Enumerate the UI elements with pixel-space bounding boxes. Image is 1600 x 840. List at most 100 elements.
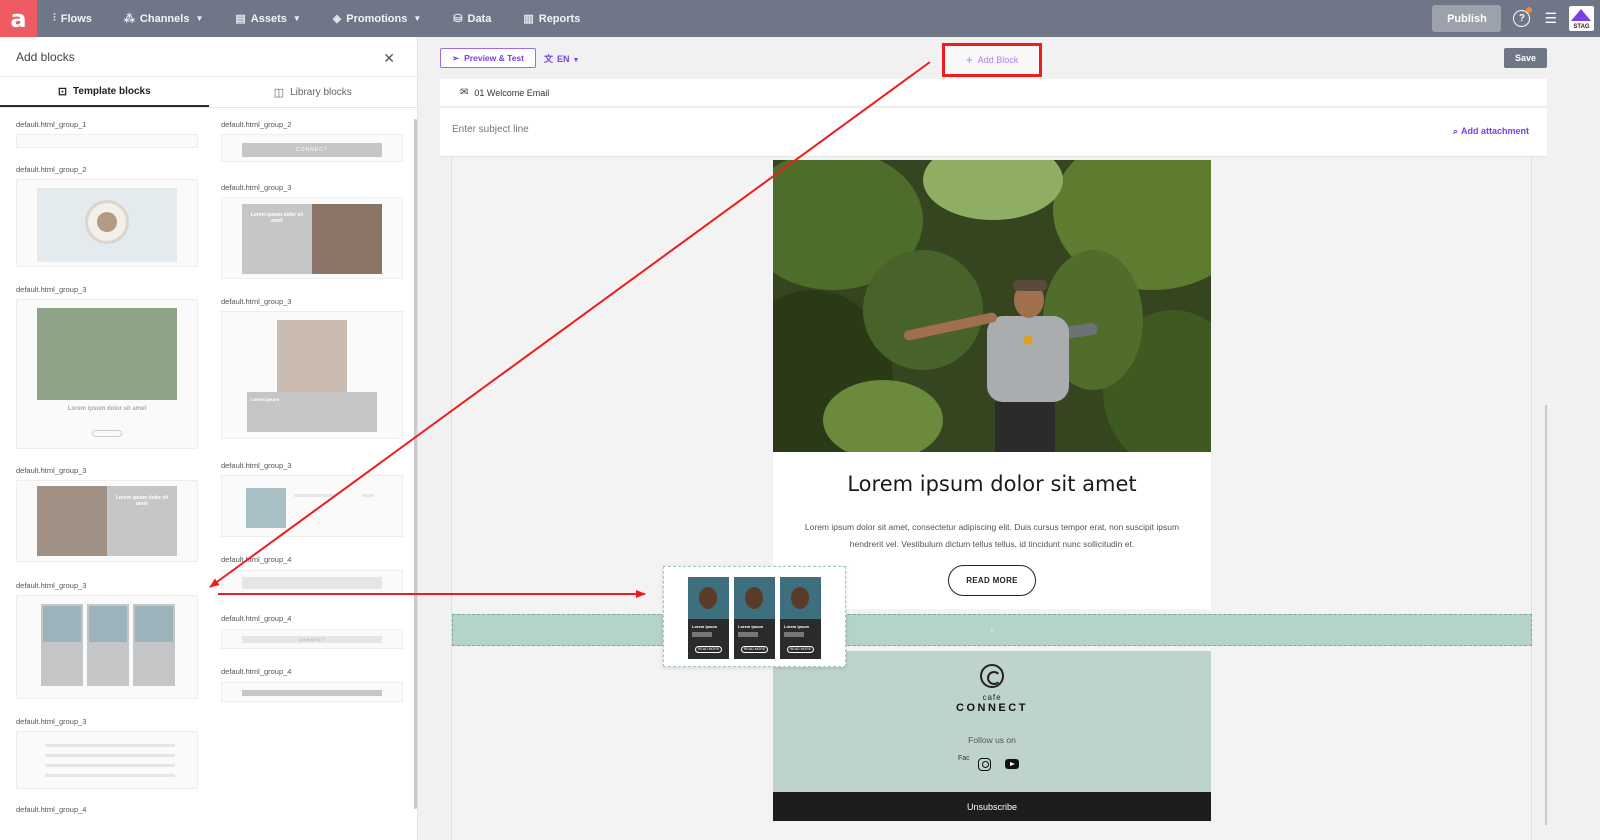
preview-label: Preview & Test [464,53,524,63]
social-links: Fac [958,754,1019,774]
follow-us-text: Follow us on [968,735,1016,745]
block-thumbnail[interactable]: CONNECT [221,629,403,649]
card-button: READ MORE [695,646,722,653]
nav-assets-label: Assets [250,12,287,25]
panel-header: Add blocks [0,37,417,77]
panel-tabs: ⊡ Template blocks ◫ Library blocks [0,77,417,108]
product-card: Lorem ipsum READ MORE [688,577,729,659]
block-thumbnail[interactable] [16,179,198,267]
canvas-scrollbar[interactable] [1545,405,1547,825]
unsubscribe-bar [242,690,382,696]
nav-reports[interactable]: ▥ Reports [523,12,580,26]
notification-dot [1526,7,1533,13]
block-thumbnail[interactable]: Lorem ipsum [221,311,403,439]
block-label: default.html_group_4 [221,614,292,623]
facebook-icon[interactable]: Fac [958,754,972,774]
email-name-bar: ✉ 01 Welcome Email [440,79,1547,107]
block-thumbnail[interactable] [221,682,403,702]
drop-zone[interactable]: + [452,614,1532,646]
reports-icon: ▥ [523,13,534,25]
translate-icon: 文 [544,54,554,64]
save-button[interactable]: Save [1504,48,1547,68]
nav-data[interactable]: ⛁ Data [453,12,491,26]
block-thumbnail[interactable] [221,570,403,594]
card-title: Lorem ipsum [692,624,718,629]
chevron-down-icon: ▼ [195,14,204,23]
line [45,754,175,757]
block-thumbnail[interactable] [221,475,403,537]
environment-badge[interactable]: STAG [1569,6,1594,31]
add-attachment-link[interactable]: ⌕ Add attachment [1453,126,1529,137]
flows-icon: ⫶ [53,12,56,24]
block-thumbnail[interactable]: Lorem ipsum dolor sit amet [221,197,403,279]
mountain-icon [1571,9,1591,21]
read-more-button[interactable]: READ MORE [948,565,1036,596]
database-icon: ⛁ [453,13,463,25]
block-thumbnail[interactable] [16,595,198,699]
email-footer[interactable]: cafe CONNECT Follow us on Fac [773,651,1211,792]
brand-name: CONNECT [956,702,1028,714]
block-label: default.html_group_3 [221,183,292,192]
youtube-icon[interactable] [1005,759,1019,769]
block-label: default.html_group_3 [221,297,292,306]
chevron-down-icon: ▼ [292,14,301,23]
coffee-image [277,320,347,392]
top-navigation-bar: a ⫶ Flows ⁂ Channels ▼ ▤ Assets ▼ ◈ Promotions… [0,0,1600,37]
block-label: default.html_group_4 [16,805,87,814]
card-image [43,606,81,642]
thumb-title: Lorem ipsum [251,397,280,402]
language-value: EN [557,54,570,64]
instagram-icon[interactable] [978,757,991,771]
help-icon[interactable]: ? [1513,7,1533,27]
card-text [784,632,804,637]
settings-sliders-icon[interactable]: ☰ [1544,10,1557,27]
nav-assets[interactable]: ▤ Assets ▼ [235,12,301,26]
preview-test-button[interactable]: ➢ Preview & Test [440,48,536,68]
tab-template-label: Template blocks [73,85,151,97]
template-icon: ⊡ [57,85,68,98]
block-label: default.html_group_2 [221,120,292,129]
coffee-bag-image [688,577,729,619]
close-icon[interactable]: ✕ [383,50,395,67]
assets-icon: ▤ [235,13,246,25]
block-label: default.html_group_3 [16,581,87,590]
help-glyph: ? [1518,13,1525,24]
thumb-headline: Lorem ipsum dolor sit amet [115,495,169,507]
tab-library-blocks[interactable]: ◫ Library blocks [209,77,418,107]
block-label: default.html_group_3 [16,717,87,726]
connect-banner: CONNECT [242,143,382,157]
hero-image[interactable] [773,160,1211,452]
beans-image [312,204,382,274]
block-thumbnail[interactable] [16,731,198,789]
block-label: default.html_group_1 [16,120,87,129]
paperclip-icon: ⌕ [1452,126,1458,136]
card-text [738,632,758,637]
brand-small: cafe [982,693,1002,702]
block-thumbnail[interactable]: Lorem ipsum dolor sit amet [16,480,198,562]
environment-label: STAG [1573,24,1590,30]
card-button: READ MORE [741,646,768,653]
tab-library-label: Library blocks [290,86,352,98]
block-thumbnail[interactable]: Lorem ipsum dolor sit amet [16,299,198,449]
add-block-button[interactable]: + Add Block [942,43,1042,77]
subject-bar: ⌕Add attachment [440,108,1547,157]
block-thumbnail[interactable]: CONNECT [221,134,403,162]
add-block-label: Add Block [977,55,1019,65]
nav-promotions[interactable]: ◈ Promotions ▼ [333,12,422,26]
nav-flows[interactable]: ⫶ Flows [53,12,92,25]
card-image [135,606,173,642]
main-nav: ⫶ Flows ⁂ Channels ▼ ▤ Assets ▼ ◈ Promotions ▼ … [53,12,612,25]
language-selector[interactable]: 文 EN ▼ [544,52,579,65]
nav-channels[interactable]: ⁂ Channels ▼ [124,12,204,26]
thumb-button [92,430,122,437]
tab-template-blocks[interactable]: ⊡ Template blocks [0,77,209,107]
subject-input[interactable] [452,124,852,135]
email-headline: Lorem ipsum dolor sit amet [847,472,1137,496]
app-logo[interactable]: a [0,0,37,37]
unsubscribe-link[interactable]: Unsubscribe [773,792,1211,821]
block-thumbnail[interactable] [16,134,198,148]
panel-scrollbar[interactable] [414,119,417,809]
dragged-block-preview[interactable]: Lorem ipsum READ MORE Lorem ipsum READ M… [663,566,846,667]
card-title: Lorem ipsum [784,624,810,629]
publish-button[interactable]: Publish [1432,5,1502,32]
